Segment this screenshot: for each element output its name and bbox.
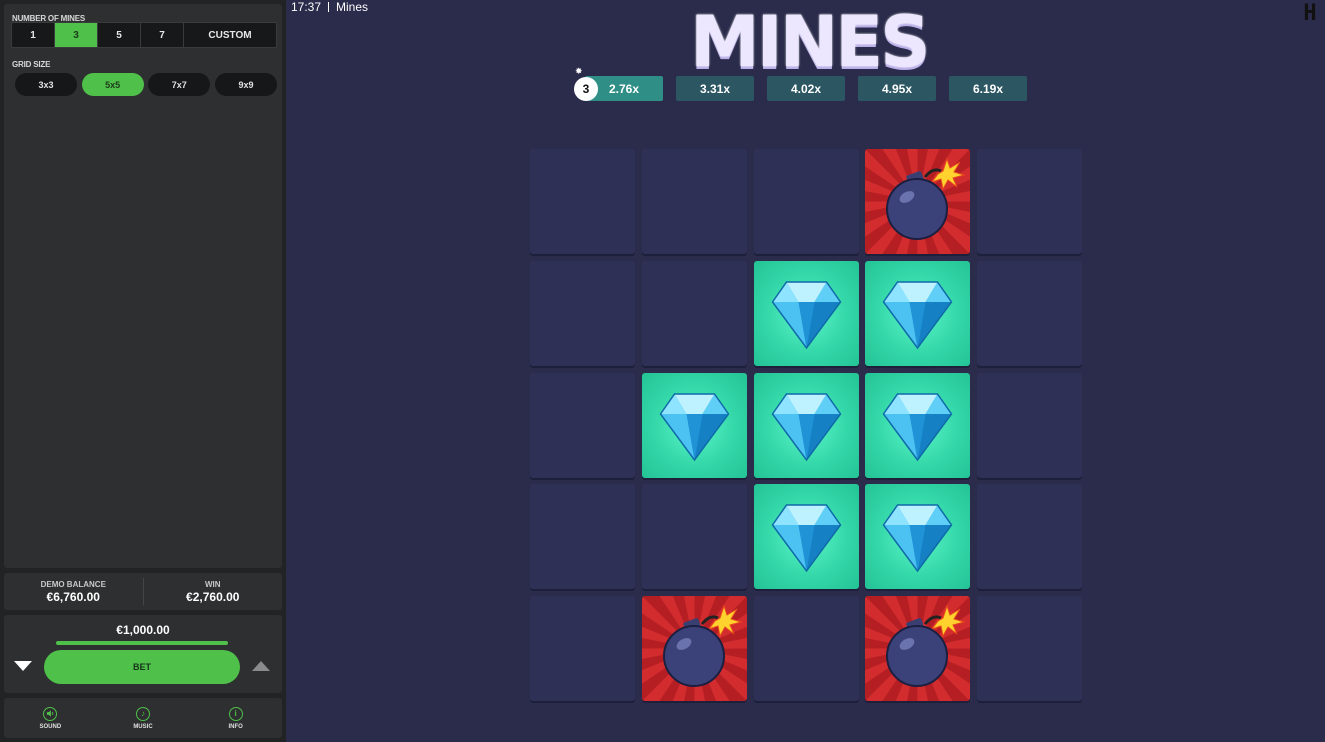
tile-hidden[interactable] bbox=[530, 484, 635, 589]
tile-mine bbox=[865, 596, 970, 701]
multiplier-5: 6.19x bbox=[949, 76, 1027, 101]
bet-panel: €1,000.00 BET bbox=[4, 615, 282, 693]
sound-button[interactable]: SOUND bbox=[20, 698, 80, 738]
tile-gem bbox=[865, 484, 970, 589]
tile-gem bbox=[754, 373, 859, 478]
tile-mine bbox=[865, 149, 970, 254]
win-label: WIN bbox=[204, 579, 221, 589]
tile-mine bbox=[642, 596, 747, 701]
win-amount: WIN €2,760.00 bbox=[144, 573, 283, 610]
tile-hidden[interactable] bbox=[754, 596, 859, 701]
bomb-icon bbox=[865, 149, 970, 254]
tile-hidden[interactable] bbox=[642, 484, 747, 589]
tile-hidden[interactable] bbox=[754, 149, 859, 254]
tile-gem bbox=[642, 373, 747, 478]
win-value: €2,760.00 bbox=[186, 589, 240, 604]
bet-amount: €1,000.00 bbox=[116, 623, 170, 637]
header-divider bbox=[328, 2, 329, 12]
multiplier-track: 2.76x 3.31x 4.02x 4.95x 6.19x bbox=[585, 76, 1030, 101]
music-note-icon: ♪ bbox=[135, 706, 150, 721]
grid-size-selector: 3x3 5x5 7x7 9x9 bbox=[15, 73, 277, 97]
game-board bbox=[530, 149, 1082, 701]
tile-gem bbox=[865, 261, 970, 366]
increase-bet-icon[interactable] bbox=[252, 661, 270, 671]
control-sidebar: NUMBER OF MINES 1 3 5 7 CUSTOM GRID SIZE… bbox=[0, 0, 286, 742]
provider-logo-icon: H bbox=[1301, 2, 1319, 26]
mines-option-7[interactable]: 7 bbox=[141, 23, 184, 47]
clock: 17:37 bbox=[291, 0, 322, 14]
multiplier-4: 4.95x bbox=[858, 76, 936, 101]
speaker-icon bbox=[43, 706, 58, 721]
grid-size-label: GRID SIZE bbox=[12, 60, 51, 69]
tile-hidden[interactable] bbox=[642, 149, 747, 254]
sound-label: SOUND bbox=[39, 723, 62, 730]
tile-hidden[interactable] bbox=[530, 261, 635, 366]
footer-controls: SOUND ♪ MUSIC i INFO bbox=[4, 698, 282, 738]
tile-hidden[interactable] bbox=[977, 149, 1082, 254]
tile-gem bbox=[754, 484, 859, 589]
tile-hidden[interactable] bbox=[977, 484, 1082, 589]
diamond-icon bbox=[882, 393, 953, 462]
tile-hidden[interactable] bbox=[530, 149, 635, 254]
multiplier-2: 3.31x bbox=[676, 76, 754, 101]
tile-hidden[interactable] bbox=[530, 596, 635, 701]
multiplier-3: 4.02x bbox=[767, 76, 845, 101]
music-label: MUSIC bbox=[133, 723, 153, 730]
diamond-icon bbox=[771, 281, 842, 350]
mine-count-badge: 3 bbox=[574, 77, 598, 101]
tile-hidden[interactable] bbox=[977, 596, 1082, 701]
balance-panel: DEMO BALANCE €6,760.00 WIN €2,760.00 bbox=[4, 573, 282, 610]
grid-option-7x7[interactable]: 7x7 bbox=[148, 73, 211, 96]
diamond-icon bbox=[882, 504, 953, 573]
tile-hidden[interactable] bbox=[977, 261, 1082, 366]
diamond-icon bbox=[659, 393, 730, 462]
grid-option-5x5[interactable]: 5x5 bbox=[81, 73, 144, 96]
mines-option-3[interactable]: 3 bbox=[55, 23, 98, 47]
tile-hidden[interactable] bbox=[530, 373, 635, 478]
settings-panel: NUMBER OF MINES 1 3 5 7 CUSTOM GRID SIZE… bbox=[4, 4, 282, 568]
info-button[interactable]: i INFO bbox=[206, 698, 266, 738]
mines-logo: MINES bbox=[690, 1, 931, 83]
info-label: INFO bbox=[228, 723, 243, 730]
tile-gem bbox=[865, 373, 970, 478]
diamond-icon bbox=[882, 281, 953, 350]
decrease-bet-icon[interactable] bbox=[14, 661, 32, 671]
mines-selector: 1 3 5 7 CUSTOM bbox=[11, 22, 277, 48]
grid-option-3x3[interactable]: 3x3 bbox=[15, 73, 77, 96]
tile-hidden[interactable] bbox=[642, 261, 747, 366]
tile-hidden[interactable] bbox=[977, 373, 1082, 478]
app-title: Mines bbox=[336, 0, 369, 14]
demo-balance: DEMO BALANCE €6,760.00 bbox=[4, 578, 144, 605]
demo-balance-value: €6,760.00 bbox=[46, 589, 100, 604]
tile-gem bbox=[754, 261, 859, 366]
mines-option-custom[interactable]: CUSTOM bbox=[184, 23, 276, 47]
mines-option-5[interactable]: 5 bbox=[98, 23, 141, 47]
info-icon: i bbox=[228, 706, 243, 721]
mines-option-1[interactable]: 1 bbox=[12, 23, 55, 47]
bet-button[interactable]: BET bbox=[44, 650, 240, 684]
diamond-icon bbox=[771, 393, 842, 462]
grid-option-9x9[interactable]: 9x9 bbox=[214, 73, 277, 96]
bomb-icon bbox=[865, 596, 970, 701]
diamond-icon bbox=[771, 504, 842, 573]
bet-amount-slider[interactable] bbox=[56, 641, 228, 645]
demo-balance-label: DEMO BALANCE bbox=[40, 579, 106, 589]
spark-icon: ✸ bbox=[575, 66, 583, 76]
music-button[interactable]: ♪ MUSIC bbox=[113, 698, 173, 738]
bomb-icon bbox=[642, 596, 747, 701]
